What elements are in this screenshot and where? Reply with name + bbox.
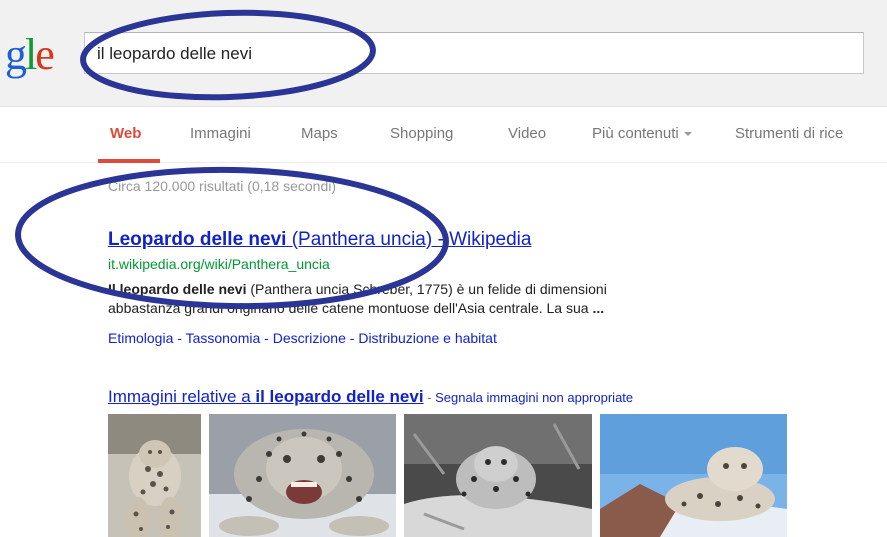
snippet-line1: (Panthera uncia Schreber, 1775) è un fel…: [246, 281, 607, 297]
thumbnail-snow-leopard-walking[interactable]: [108, 414, 201, 537]
tab-video[interactable]: Video: [508, 125, 546, 142]
google-logo-fragment[interactable]: gle: [5, 30, 55, 80]
sitelink-descrizione[interactable]: Descrizione: [273, 330, 346, 346]
result-title-link[interactable]: Leopardo delle nevi (Panthera uncia) - W…: [108, 229, 531, 251]
logo-letter-l: l: [25, 30, 37, 79]
report-images-link[interactable]: Segnala immagini non appropriate: [435, 390, 633, 405]
logo-letter-e: e: [35, 30, 54, 79]
active-tab-indicator: [98, 159, 160, 163]
search-box[interactable]: [84, 32, 864, 74]
snippet-line2: abbastanza grandi originario delle caten…: [108, 300, 593, 316]
tab-immagini[interactable]: Immagini: [190, 125, 251, 142]
snippet-ellipsis: ...: [592, 300, 605, 316]
search-input[interactable]: [97, 41, 837, 67]
tab-web[interactable]: Web: [110, 125, 141, 142]
thumbnail-snow-leopard-snarling[interactable]: [209, 414, 396, 537]
tab-piu-contenuti-label: Più contenuti: [592, 125, 679, 142]
image-results-link[interactable]: Immagini relative a il leopardo delle ne…: [108, 387, 424, 406]
thumbnail-snow-leopard-lying-blue-sky[interactable]: [600, 414, 787, 537]
image-results-header: Immagini relative a il leopardo delle ne…: [108, 387, 633, 407]
sitelink-separator: -: [260, 330, 273, 346]
sitelink-tassonomia[interactable]: Tassonomia: [186, 330, 261, 346]
search-header: gle: [0, 0, 887, 107]
result-title-rest: (Panthera uncia) - Wikipedia: [286, 229, 532, 250]
chevron-down-icon: [683, 132, 692, 137]
result-snippet: Il leopardo delle nevi (Panthera uncia S…: [108, 280, 788, 318]
sitelink-separator: -: [173, 330, 186, 346]
tab-piu-contenuti[interactable]: Più contenuti: [592, 125, 692, 142]
sitelink-etimologia[interactable]: Etimologia: [108, 330, 173, 346]
search-tabs: Web Immagini Maps Shopping Video Più con…: [0, 107, 887, 163]
result-title-bold: Leopardo delle nevi: [108, 229, 287, 250]
tab-shopping[interactable]: Shopping: [390, 125, 453, 142]
thumbnail-snow-leopard-in-snow-bw[interactable]: [404, 414, 592, 537]
tab-strumenti[interactable]: Strumenti di rice: [735, 125, 843, 142]
sitelink-separator: -: [345, 330, 359, 346]
snippet-bold: Il leopardo delle nevi: [108, 281, 247, 297]
image-header-dash: -: [423, 390, 436, 405]
image-results-prefix: Immagini relative a: [108, 387, 256, 406]
logo-letter-g: g: [5, 30, 27, 79]
result-url: it.wikipedia.org/wiki/Panthera_uncia: [108, 256, 330, 272]
sitelinks: Etimologia - Tassonomia - Descrizione - …: [108, 330, 497, 346]
result-stats: Circa 120.000 risultati (0,18 secondi): [108, 178, 337, 194]
image-results-query: il leopardo delle nevi: [255, 387, 424, 406]
sitelink-distribuzione[interactable]: Distribuzione e habitat: [358, 330, 497, 346]
tab-maps[interactable]: Maps: [301, 125, 338, 142]
